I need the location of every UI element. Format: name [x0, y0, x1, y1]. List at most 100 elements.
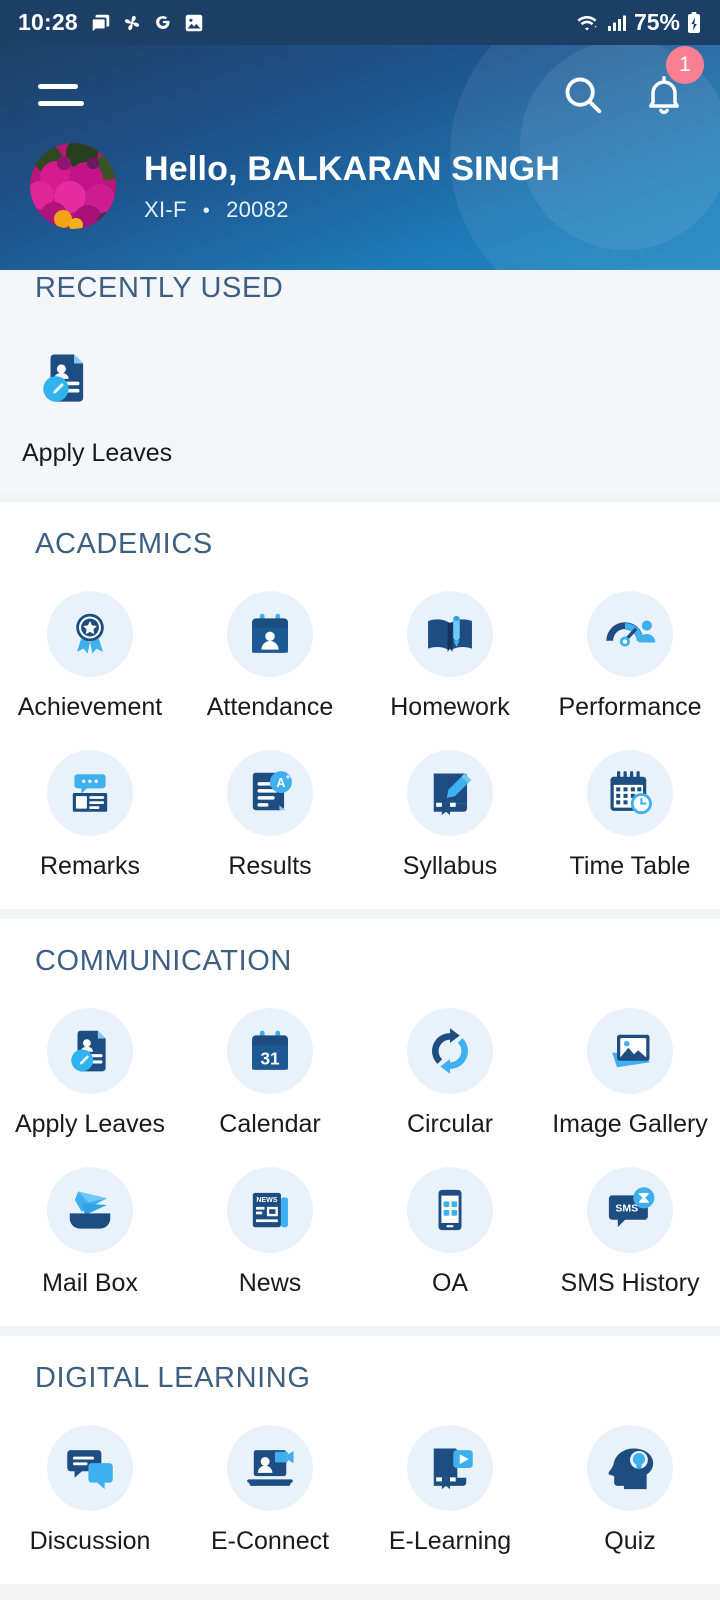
section-title-recently-used: RECENTLY USED: [35, 272, 284, 304]
avatar-flowers-image: [30, 143, 116, 229]
tile-homework[interactable]: Homework: [360, 569, 540, 722]
tile-label: Apply Leaves: [22, 439, 173, 467]
tile-label: Syllabus: [402, 852, 498, 880]
attendance-calendar-person-icon: [252, 613, 288, 653]
section-communication: COMMUNICATION Apply Leaves 31 Calendar C…: [0, 919, 720, 1326]
tile-icon-container: [587, 591, 673, 677]
tile-label: Results: [228, 852, 312, 880]
tile-label: OA: [431, 1269, 469, 1297]
tile-label: Quiz: [604, 1527, 656, 1555]
tile-label: Discussion: [29, 1527, 151, 1555]
syllabus-book-pen-icon: [433, 773, 472, 815]
tile-label: SMS History: [560, 1269, 700, 1297]
homework-book-pencil-icon: [428, 616, 472, 652]
tile-performance[interactable]: Performance: [540, 569, 720, 722]
tile-news[interactable]: NEWS News: [180, 1145, 360, 1298]
search-icon: [565, 77, 602, 114]
tile-label: Calendar: [219, 1110, 321, 1138]
tile-icon-container: NEWS: [227, 1167, 313, 1253]
status-bar-system-icons: 75%: [574, 9, 702, 36]
tile-icon-container: [407, 591, 493, 677]
sms-history-icon: SMS: [608, 1187, 655, 1228]
tile-label: Homework: [390, 693, 510, 721]
battery-charging-icon: [688, 11, 700, 33]
oa-mobile-icon: [438, 1189, 462, 1231]
tile-icon-container: [407, 1167, 493, 1253]
notification-badge: 1: [666, 46, 704, 84]
section-divider: [0, 909, 720, 919]
tile-e-connect[interactable]: E-Connect: [180, 1403, 360, 1556]
status-bar-time: 10:28: [18, 9, 78, 35]
status-bar-notification-icons: [90, 12, 205, 34]
google-icon: [155, 15, 170, 29]
tile-image-gallery[interactable]: Image Gallery: [540, 986, 720, 1139]
section-title-academics: ACADEMICS: [35, 528, 213, 560]
signal-icon: [607, 15, 626, 31]
svg-text:A: A: [276, 776, 285, 790]
tile-icon-container: [47, 1008, 133, 1094]
tile-quiz[interactable]: Quiz: [540, 1403, 720, 1556]
tile-results[interactable]: A + Results: [180, 728, 360, 881]
calendar-31-icon: 31: [252, 1030, 288, 1070]
section-divider: [0, 1326, 720, 1336]
discussion-chat-icon: [67, 1450, 113, 1490]
wifi-icon: [577, 15, 597, 30]
section-digital-learning: DIGITAL LEARNING Discussion E-Connect E-…: [0, 1336, 720, 1584]
section-academics: ACADEMICS Achievement Attendance Homewor…: [0, 502, 720, 909]
section-title-digital-learning: DIGITAL LEARNING: [35, 1362, 311, 1394]
tile-icon-container: [47, 591, 133, 677]
photos-icon: [185, 14, 203, 31]
tile-attendance[interactable]: Attendance: [180, 569, 360, 722]
recently-used-grid: Apply Leaves: [0, 313, 720, 468]
tile-label: Apply Leaves: [14, 1110, 166, 1138]
tile-remarks[interactable]: Remarks: [0, 728, 180, 881]
apply-leaves-icon: [43, 354, 84, 402]
search-button[interactable]: [560, 72, 606, 118]
tile-oa[interactable]: OA: [360, 1145, 540, 1298]
tile-apply-leaves[interactable]: Apply Leaves: [0, 986, 180, 1139]
mailbox-envelope-icon: [69, 1191, 111, 1229]
tile-icon-container: [587, 1008, 673, 1094]
tile-icon-container: [227, 1425, 313, 1511]
tile-circular[interactable]: Circular: [360, 986, 540, 1139]
section-recently-used: RECENTLY USED Apply Leaves: [0, 242, 720, 492]
tile-sms-history[interactable]: SMS SMS History: [540, 1145, 720, 1298]
tile-label: Mail Box: [42, 1269, 138, 1297]
apply-leaves-icon: [71, 1030, 106, 1072]
tile-label: Time Table: [569, 852, 691, 880]
user-class: XI-F: [144, 196, 187, 222]
messages-icon: [92, 14, 110, 31]
user-roll-number: 20082: [226, 196, 289, 222]
tile-apply-leaves-recent[interactable]: Apply Leaves: [0, 313, 180, 468]
user-details: XI-F • 20082: [144, 197, 560, 223]
tile-label: Performance: [558, 693, 702, 721]
status-bar: 10:28 75%: [0, 0, 720, 45]
section-title-communication: COMMUNICATION: [35, 945, 292, 977]
tile-e-learning[interactable]: E-Learning: [360, 1403, 540, 1556]
tile-time-table[interactable]: Time Table: [540, 728, 720, 881]
battery-percentage: 75%: [633, 9, 680, 35]
greeting-text: Hello, BALKARAN SINGH: [144, 149, 560, 188]
tile-calendar[interactable]: 31 Calendar: [180, 986, 360, 1139]
tile-label: Circular: [406, 1110, 494, 1138]
notifications-button[interactable]: 1: [642, 46, 704, 118]
tile-icon-container: [22, 335, 108, 421]
tile-label: News: [238, 1269, 302, 1297]
avatar[interactable]: [30, 143, 116, 229]
hamburger-menu-icon[interactable]: [38, 84, 84, 106]
econnect-laptop-video-icon: [247, 1450, 294, 1486]
tile-icon-container: 31: [227, 1008, 313, 1094]
svg-text:SMS: SMS: [615, 1203, 638, 1215]
tile-achievement[interactable]: Achievement: [0, 569, 180, 722]
content-sheet: RECENTLY USED Apply Leaves ACADEMICS Ach…: [0, 242, 720, 1584]
tile-icon-container: [407, 1425, 493, 1511]
tile-syllabus[interactable]: Syllabus: [360, 728, 540, 881]
tile-icon-container: [587, 750, 673, 836]
tile-icon-container: [47, 1167, 133, 1253]
svg-text:NEWS: NEWS: [256, 1197, 277, 1204]
tile-icon-container: A +: [227, 750, 313, 836]
tile-mail-box[interactable]: Mail Box: [0, 1145, 180, 1298]
tile-discussion[interactable]: Discussion: [0, 1403, 180, 1556]
tile-label: E-Learning: [388, 1527, 512, 1555]
tile-icon-container: [47, 1425, 133, 1511]
